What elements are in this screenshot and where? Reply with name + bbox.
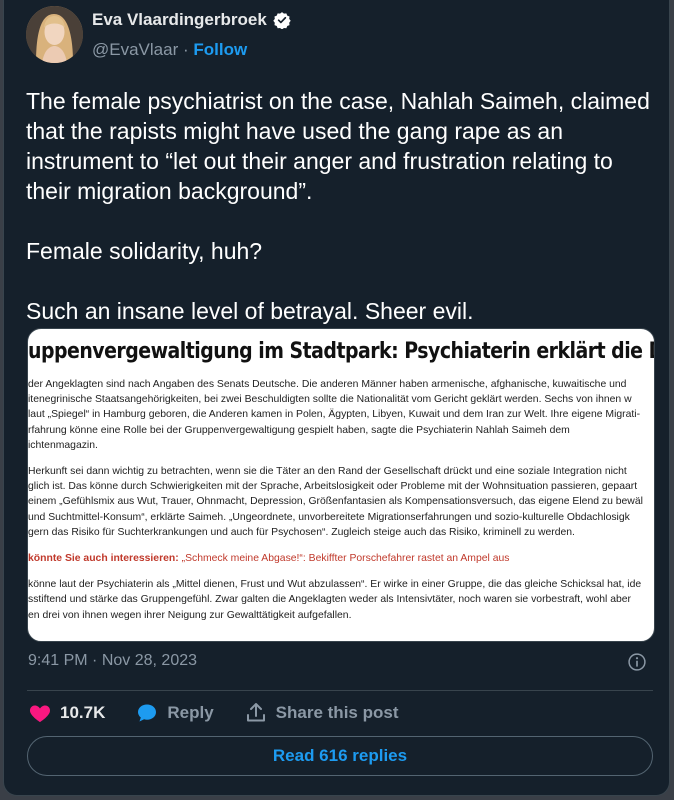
info-icon[interactable]: [627, 652, 647, 672]
action-bar: 10.7K Reply Share this post: [28, 700, 428, 726]
follow-button[interactable]: Follow: [193, 40, 247, 59]
reply-button[interactable]: Reply: [135, 701, 214, 725]
tweet-date: Nov 28, 2023: [101, 652, 198, 669]
article-body: der Angeklagten sind nach Angaben des Se…: [28, 377, 654, 634]
tweet-card: Eva Vlaardingerbroek @EvaVlaar · Follow …: [3, 0, 670, 796]
tweet-paragraph: Such an insane level of betrayal. Sheer …: [26, 298, 474, 324]
read-replies-button[interactable]: Read 616 replies: [27, 736, 653, 776]
tweet-paragraph: The female psychiatrist on the case, Nah…: [26, 88, 650, 204]
verified-badge-icon: [273, 12, 291, 29]
tweet-text: The female psychiatrist on the case, Nah…: [26, 86, 656, 326]
tweet-time: 9:41 PM: [28, 652, 88, 669]
reply-label: Reply: [167, 703, 214, 722]
author-handle[interactable]: @EvaVlaar: [92, 40, 178, 59]
handle-separator: ·: [182, 40, 189, 59]
related-label: könnte Sie auch interessieren:: [28, 553, 179, 565]
related-link: „Schmeck meine Abgase!“: Bekiffter Porsc…: [181, 553, 510, 565]
share-button[interactable]: Share this post: [244, 701, 399, 725]
article-related: könnte Sie auch interessieren: „Schmeck …: [28, 551, 654, 566]
tweet-media-image[interactable]: uppenvergewaltigung im Stadtpark: Psychi…: [27, 328, 655, 642]
share-label: Share this post: [275, 703, 399, 722]
like-count: 10.7K: [60, 703, 106, 722]
share-icon: [246, 703, 265, 722]
like-button[interactable]: 10.7K: [28, 701, 105, 725]
avatar[interactable]: [26, 6, 83, 63]
article-paragraph: könne laut der Psychiaterin als „Mittel …: [28, 579, 642, 621]
author-name-row: Eva Vlaardingerbroek: [92, 10, 291, 30]
tweet-paragraph: Female solidarity, huh?: [26, 238, 263, 264]
divider: [27, 690, 653, 691]
handle-row: @EvaVlaar · Follow: [92, 40, 247, 60]
meta-separator: ·: [92, 652, 98, 669]
reply-bubble-icon: [138, 704, 157, 722]
avatar-portrait: [26, 6, 83, 63]
article-headline: uppenvergewaltigung im Stadtpark: Psychi…: [28, 339, 654, 364]
tweet-timestamp[interactable]: 9:41 PM · Nov 28, 2023: [28, 652, 197, 670]
author-name[interactable]: Eva Vlaardingerbroek: [92, 10, 267, 30]
heart-icon: [29, 705, 51, 722]
article-paragraph: der Angeklagten sind nach Angaben des Se…: [28, 379, 641, 451]
article-paragraph: Herkunft sei dann wichtig zu betrachten,…: [28, 466, 643, 538]
